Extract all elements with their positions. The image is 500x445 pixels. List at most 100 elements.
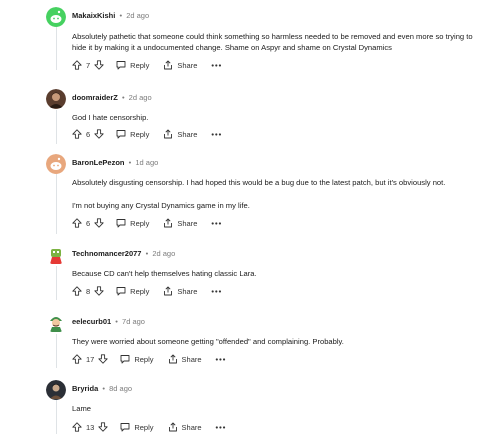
comment: Technomancer2077 • 2d ago Because CD can… (0, 245, 500, 300)
share-label: Share (177, 218, 198, 228)
vote-count: 8 (86, 286, 91, 296)
vote-control: 17 (72, 354, 108, 364)
separator-dot: • (102, 384, 105, 393)
upvote-icon[interactable] (72, 354, 82, 364)
vote-count: 7 (86, 60, 91, 70)
comment-author[interactable]: eelecurb01 (72, 317, 111, 326)
avatar[interactable] (46, 245, 66, 265)
upvote-icon[interactable] (72, 422, 82, 432)
comment: doomraiderZ • 2d ago God I hate censorsh… (0, 89, 500, 144)
comment-body: They were worried about someone getting … (72, 336, 482, 347)
more-options-icon[interactable]: ••• (211, 219, 222, 228)
downvote-icon[interactable] (94, 218, 104, 228)
share-label: Share (177, 60, 198, 70)
share-label: Share (177, 129, 198, 139)
user-avatar-icon (46, 245, 66, 265)
separator-dot: • (128, 158, 132, 167)
share-button[interactable]: Share (168, 354, 202, 364)
more-options-icon[interactable]: ••• (216, 423, 227, 432)
comment: BaronLePezon • 1d ago Absolutely disgust… (0, 154, 500, 234)
vote-count: 6 (86, 129, 91, 139)
downvote-icon[interactable] (94, 60, 104, 70)
share-button[interactable]: Share (163, 218, 197, 228)
snoo-avatar-icon (46, 7, 66, 27)
comment-author[interactable]: BaronLePezon (72, 158, 125, 167)
comment-timestamp[interactable]: 2d ago (152, 249, 175, 258)
comment-text: They were worried about someone getting … (72, 337, 344, 346)
upvote-icon[interactable] (72, 218, 82, 228)
user-avatar-icon (46, 313, 66, 333)
comment-author[interactable]: doomraiderZ (72, 93, 118, 102)
comment-text: I'm not buying any Crystal Dynamics game… (72, 201, 250, 210)
more-options-icon[interactable]: ••• (216, 355, 227, 364)
more-options-icon[interactable]: ••• (211, 61, 222, 70)
share-icon (164, 286, 173, 296)
reply-button[interactable]: Reply (120, 354, 154, 364)
comment-bubble-icon (120, 355, 130, 364)
comment-thread: MakaixKishi • 2d ago Absolutely pathetic… (0, 0, 500, 445)
reply-button[interactable]: Reply (120, 422, 154, 432)
vote-control: 6 (72, 218, 104, 228)
comment-timestamp[interactable]: 2d ago (129, 93, 152, 102)
avatar[interactable] (46, 7, 66, 27)
share-icon (164, 218, 173, 228)
comment-body: Absolutely disgusting censorship. I had … (72, 177, 482, 211)
vote-control: 6 (72, 129, 104, 139)
comment-author[interactable]: MakaixKishi (72, 11, 115, 20)
comment-text: Absolutely pathetic that someone could t… (72, 32, 473, 52)
separator-dot: • (115, 317, 118, 326)
avatar[interactable] (46, 313, 66, 333)
share-button[interactable]: Share (163, 60, 197, 70)
comment-timestamp[interactable]: 2d ago (126, 11, 149, 20)
comment-body: Because CD can't help themselves hating … (72, 268, 482, 279)
reply-button[interactable]: Reply (116, 218, 149, 228)
vote-count: 6 (86, 218, 91, 228)
reply-button[interactable]: Reply (116, 286, 149, 296)
upvote-icon[interactable] (72, 286, 82, 296)
comment-text: God I hate censorship. (72, 113, 149, 122)
vote-count: 17 (86, 354, 95, 364)
downvote-icon[interactable] (94, 129, 104, 139)
vote-control: 13 (72, 422, 108, 432)
avatar[interactable] (46, 154, 66, 174)
comment-bubble-icon (116, 287, 126, 296)
upvote-icon[interactable] (72, 60, 82, 70)
comment-timestamp[interactable]: 1d ago (135, 158, 158, 167)
share-label: Share (177, 286, 198, 296)
downvote-icon[interactable] (98, 422, 108, 432)
share-icon (164, 129, 173, 139)
comment-bubble-icon (116, 130, 126, 139)
share-icon (168, 354, 177, 364)
comment-text: Absolutely disgusting censorship. I had … (72, 178, 446, 187)
upvote-icon[interactable] (72, 129, 82, 139)
avatar[interactable] (46, 89, 66, 109)
reply-label: Reply (130, 60, 150, 70)
comment-timestamp[interactable]: 7d ago (122, 317, 145, 326)
reply-label: Reply (130, 218, 150, 228)
comment: MakaixKishi • 2d ago Absolutely pathetic… (0, 7, 500, 77)
separator-dot: • (121, 93, 125, 102)
comment-bubble-icon (116, 219, 126, 228)
share-button[interactable]: Share (163, 129, 197, 139)
share-icon (168, 422, 177, 432)
comment-author[interactable]: Technomancer2077 (72, 249, 141, 258)
comment-bubble-icon (116, 61, 126, 70)
more-options-icon[interactable]: ••• (211, 287, 222, 296)
avatar[interactable] (46, 380, 66, 400)
downvote-icon[interactable] (98, 354, 108, 364)
comment: Bryrida • 8d ago Lame 13 Reply Share ••• (0, 380, 500, 435)
reply-button[interactable]: Reply (116, 60, 149, 70)
reply-button[interactable]: Reply (116, 129, 149, 139)
share-button[interactable]: Share (163, 286, 197, 296)
separator-dot: • (145, 249, 149, 258)
vote-control: 8 (72, 286, 104, 296)
downvote-icon[interactable] (94, 286, 104, 296)
comment-timestamp[interactable]: 8d ago (109, 384, 132, 393)
more-options-icon[interactable]: ••• (211, 130, 222, 139)
comment-author[interactable]: Bryrida (72, 384, 98, 393)
snoo-avatar-icon (46, 154, 66, 174)
user-avatar-icon (46, 380, 66, 400)
share-button[interactable]: Share (168, 422, 202, 432)
comment: eelecurb01 • 7d ago They were worried ab… (0, 313, 500, 368)
comment-bubble-icon (120, 423, 130, 432)
